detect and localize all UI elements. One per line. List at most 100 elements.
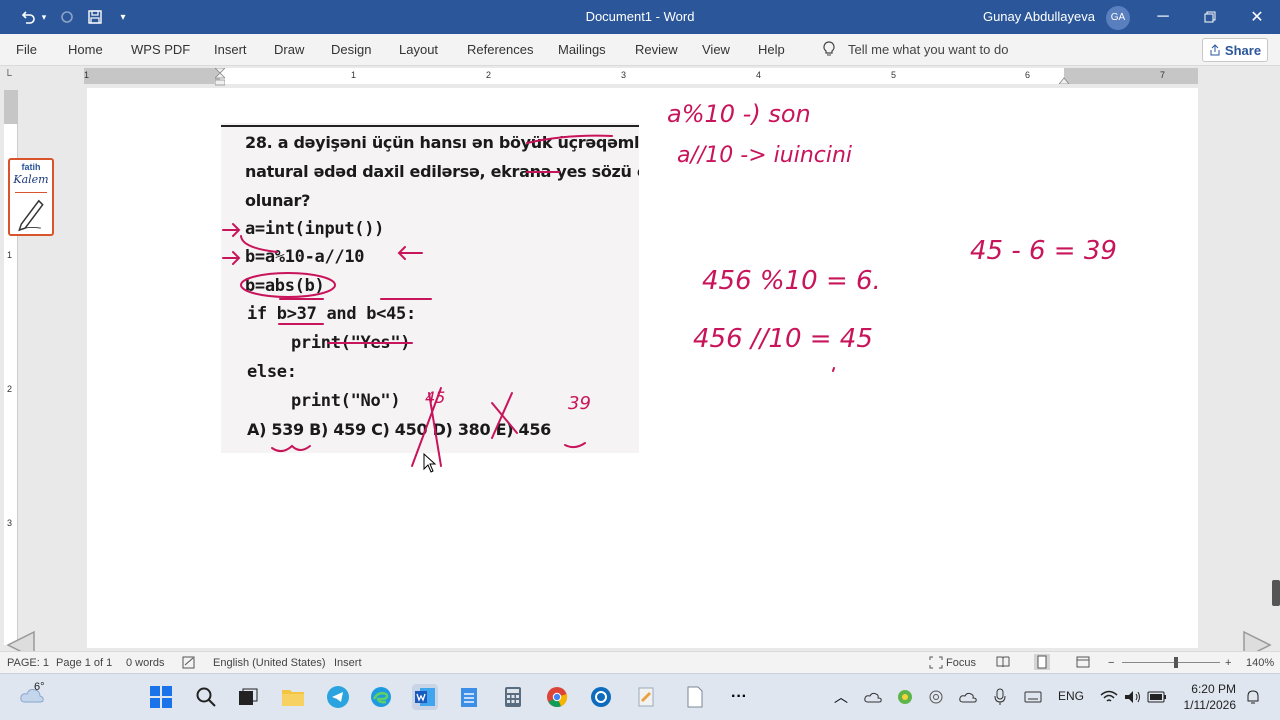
file-explorer-icon[interactable] (280, 684, 306, 710)
tab-insert[interactable]: Insert (214, 42, 247, 57)
tab-view[interactable]: View (702, 42, 730, 57)
document-page[interactable]: 28. a dəyişəni üçün hansı ən böyük üçrəq… (87, 88, 1198, 648)
notification-icon[interactable] (1240, 684, 1266, 710)
web-layout-icon[interactable] (1076, 656, 1090, 668)
ruler-number: 3 (7, 518, 13, 528)
ruler-number: 1 (84, 70, 90, 80)
windows-start-icon[interactable] (148, 684, 174, 710)
zoom-slider-thumb[interactable] (1174, 657, 1178, 668)
tab-draw[interactable]: Draw (274, 42, 304, 57)
ink-note: 45 - 6 = 39 (970, 236, 1117, 266)
ruler-number: 3 (621, 70, 627, 80)
pen-icon (15, 192, 47, 232)
blank-document-icon[interactable] (682, 684, 708, 710)
zoom-in-button[interactable]: + (1225, 657, 1231, 669)
clock-date: 1/11/2026 (1183, 698, 1237, 712)
restore-icon[interactable] (1187, 0, 1233, 34)
tab-selector-icon[interactable]: └ (4, 70, 18, 84)
tab-design[interactable]: Design (331, 42, 371, 57)
ink-annotations[interactable] (87, 88, 1198, 648)
right-indent-icon[interactable] (1059, 74, 1069, 84)
wifi-icon[interactable] (1096, 684, 1122, 710)
tab-layout[interactable]: Layout (399, 42, 438, 57)
system-clock[interactable]: 6:20 PM 1/11/2026 (1184, 681, 1237, 713)
insert-mode[interactable]: Insert (334, 657, 362, 669)
ruler-number: 5 (891, 70, 897, 80)
ribbon-tabs: File Home WPS PDF Insert Draw Design Lay… (0, 34, 1280, 66)
tab-mailings[interactable]: Mailings (558, 42, 606, 57)
ruler-margin (4, 90, 18, 124)
lightbulb-icon (823, 41, 835, 56)
zoom-level[interactable]: 140% (1246, 657, 1274, 669)
focus-button[interactable]: Focus (946, 657, 976, 669)
share-button[interactable]: Share (1202, 38, 1268, 62)
tab-help[interactable]: Help (758, 42, 785, 57)
proofing-icon[interactable] (182, 656, 196, 669)
tell-me-text: Tell me what you want to do (848, 41, 1009, 57)
keyboard-icon[interactable] (1020, 684, 1046, 710)
edge-icon[interactable] (368, 684, 394, 710)
tray-app-icon[interactable] (892, 684, 918, 710)
kalem-fatih-text: fatih (21, 162, 41, 172)
kalem-name: Kalem (13, 173, 49, 186)
scrollbar-thumb[interactable] (1272, 580, 1280, 606)
tab-references[interactable]: References (467, 42, 533, 57)
indent-marker-icon[interactable] (215, 68, 225, 86)
print-layout-icon[interactable] (1034, 654, 1050, 670)
close-icon[interactable]: ✕ (1234, 0, 1280, 34)
tab-file[interactable]: File (16, 42, 37, 57)
horizontal-ruler[interactable]: 1 1 2 3 4 5 6 7 (84, 68, 1198, 86)
onedrive-icon[interactable] (860, 684, 886, 710)
user-name[interactable]: Gunay Abdullayeva (983, 9, 1095, 24)
ruler-number: 2 (486, 70, 492, 80)
app-icon[interactable] (588, 684, 614, 710)
mouse-cursor-icon (423, 453, 437, 473)
tab-home[interactable]: Home (68, 42, 103, 57)
ink-note: a%10 -) son (667, 100, 811, 128)
tab-wps-pdf[interactable]: WPS PDF (131, 42, 190, 57)
more-apps-icon[interactable]: ··· (726, 684, 752, 710)
ink-note: 456 //10 = 45 (693, 324, 873, 354)
ruler-text-area (220, 68, 1064, 84)
tab-review[interactable]: Review (635, 42, 678, 57)
tell-me-box[interactable]: Tell me what you want to do (822, 41, 1008, 57)
clock-time: 6:20 PM (1191, 682, 1236, 696)
telegram-icon[interactable] (325, 684, 351, 710)
zoom-out-button[interactable]: − (1108, 657, 1114, 669)
language-status[interactable]: English (United States) (213, 657, 326, 669)
windows-taskbar: 6° ··· ︿ ENG 6:20 PM 1/11/2026 (0, 673, 1280, 720)
ruler-number: 1 (7, 250, 13, 260)
task-view-icon[interactable] (235, 684, 261, 710)
word-count[interactable]: 0 words (126, 657, 165, 669)
avatar[interactable]: GA (1106, 6, 1130, 30)
read-mode-icon[interactable] (996, 656, 1010, 668)
page-counter[interactable]: Page 1 of 1 (56, 657, 112, 669)
ruler-number: 4 (756, 70, 762, 80)
cloud-icon[interactable] (955, 684, 981, 710)
tray-sync-icon[interactable] (923, 684, 949, 710)
focus-icon[interactable] (929, 656, 943, 669)
chrome-icon[interactable] (544, 684, 570, 710)
ruler-number: 1 (351, 70, 357, 80)
calculator-icon[interactable] (500, 684, 526, 710)
microphone-icon[interactable] (987, 684, 1013, 710)
ruler-number: 2 (7, 384, 13, 394)
search-icon[interactable] (193, 684, 219, 710)
ruler-number: 7 (1160, 70, 1166, 80)
battery-icon[interactable] (1144, 684, 1170, 710)
ruler-number: 6 (1025, 70, 1031, 80)
notepad-icon[interactable] (456, 684, 482, 710)
page-label: PAGE: 1 (7, 657, 49, 669)
share-label: Share (1224, 42, 1262, 58)
volume-icon[interactable] (1120, 684, 1146, 710)
paint-icon[interactable] (633, 684, 659, 710)
input-language[interactable]: ENG (1058, 689, 1084, 703)
ink-note: 456 %10 = 6. (702, 266, 881, 296)
ink-note: a//10 -> iuincini (677, 143, 853, 168)
share-icon (1210, 44, 1220, 56)
word-app-icon[interactable] (412, 684, 438, 710)
zoom-slider[interactable] (1122, 662, 1220, 663)
show-hidden-icons-icon[interactable]: ︿ (828, 684, 854, 710)
fatih-kalem-tool[interactable]: fatih Kalem (8, 158, 54, 236)
minimize-icon[interactable]: ─ (1140, 0, 1186, 34)
